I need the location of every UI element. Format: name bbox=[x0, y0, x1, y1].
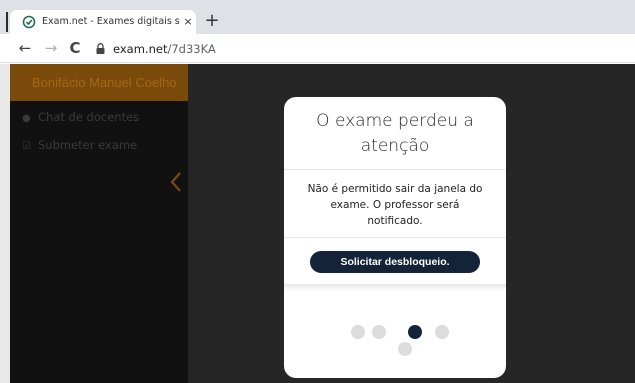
focus-lost-dialog: O exame perdeu a atenção Não é permitido… bbox=[284, 97, 506, 378]
student-name: Bonifácio Manuel Coelho bbox=[32, 75, 177, 90]
loading-dot bbox=[351, 325, 365, 339]
sidebar-item-submit-exam[interactable]: ☑ Submeter exame bbox=[22, 137, 137, 153]
back-button[interactable]: ← bbox=[16, 39, 34, 57]
reload-button[interactable]: C bbox=[66, 39, 84, 57]
request-unlock-button[interactable]: Solicitar desbloqueio. bbox=[310, 251, 480, 273]
page-left-edge bbox=[0, 64, 10, 383]
collapse-sidebar-chevron-icon[interactable] bbox=[168, 170, 184, 194]
browser-tabstrip: Exam.net - Exames digitais seguros × + bbox=[0, 0, 635, 34]
sidebar-header: Bonifácio Manuel Coelho bbox=[10, 64, 188, 101]
browser-tab[interactable]: Exam.net - Exames digitais seguros × bbox=[10, 10, 196, 34]
browser-toolbar: ← → C exam.net/7d33KA bbox=[0, 34, 635, 63]
url-domain: exam.net bbox=[113, 42, 168, 56]
forward-button[interactable]: → bbox=[42, 39, 60, 57]
dialog-divider bbox=[284, 237, 506, 238]
dialog-footer-shadow bbox=[284, 284, 506, 292]
dialog-divider bbox=[284, 169, 506, 170]
loading-dot bbox=[435, 325, 449, 339]
dialog-message: Não é permitido sair da janela do exame.… bbox=[307, 183, 483, 227]
sidebar-item-label: Submeter exame bbox=[38, 138, 138, 152]
close-tab-icon[interactable]: × bbox=[182, 15, 194, 29]
new-tab-button[interactable]: + bbox=[203, 11, 221, 31]
lock-icon[interactable] bbox=[96, 43, 105, 54]
dialog-title: O exame perdeu a atenção bbox=[316, 111, 474, 156]
checkbox-icon: ☑ bbox=[22, 141, 31, 152]
exam-net-favicon-icon bbox=[22, 15, 36, 29]
loading-dot-active bbox=[408, 325, 422, 339]
sidebar: Bonifácio Manuel Coelho ● Chat de docente… bbox=[10, 64, 188, 383]
loading-dot bbox=[372, 325, 386, 339]
sidebar-item-teacher-chat[interactable]: ● Chat de docentes bbox=[22, 109, 139, 125]
tab-title: Exam.net - Exames digitais seguros bbox=[42, 16, 180, 27]
tabstrip-edge bbox=[6, 12, 8, 32]
address-bar[interactable]: exam.net/7d33KA bbox=[113, 41, 216, 57]
sidebar-item-label: Chat de docentes bbox=[38, 110, 140, 124]
chat-icon: ● bbox=[22, 113, 31, 124]
url-path: /7d33KA bbox=[167, 42, 216, 56]
loading-dot bbox=[398, 342, 412, 356]
